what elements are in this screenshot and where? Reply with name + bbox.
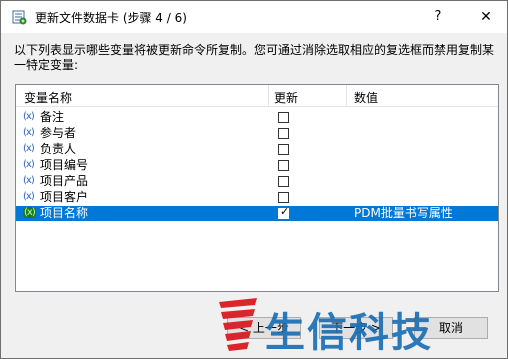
update-checkbox[interactable] xyxy=(278,144,289,155)
update-checkbox[interactable] xyxy=(278,176,289,187)
variable-icon: (x) xyxy=(23,143,35,154)
update-data-card-dialog: 更新文件数据卡 (步骤 4 / 6) ? ✕ 以下列表显示哪些变量将被更新命令所… xyxy=(0,0,508,359)
variable-name: 负责人 xyxy=(40,142,77,156)
list-item[interactable]: (x) 项目客户 xyxy=(16,190,498,205)
close-button[interactable]: ✕ xyxy=(474,5,498,29)
watermark-logo xyxy=(219,298,257,351)
variable-name: 备注 xyxy=(40,110,65,124)
list-item[interactable]: (x) 项目编号 xyxy=(16,158,498,173)
variable-icon: (x) xyxy=(23,159,35,170)
variable-list[interactable]: 变量名称 更新 数值 (x) 备注 (x) 参与者 (x) 负责人 (x) 项目… xyxy=(15,84,499,292)
variable-icon: (x) xyxy=(23,191,35,202)
update-checkbox[interactable] xyxy=(278,160,289,171)
update-checkbox[interactable] xyxy=(278,112,289,123)
column-header-variable-name[interactable]: 变量名称 xyxy=(24,89,72,106)
list-item-selected[interactable]: (x) 项目名称 ✓ PDM批量书写属性 xyxy=(16,206,498,221)
list-item[interactable]: (x) 负责人 xyxy=(16,142,498,157)
variable-icon: (x) xyxy=(23,207,36,218)
column-divider[interactable] xyxy=(268,85,269,107)
variable-icon: (x) xyxy=(23,175,35,186)
check-mark-icon: ✓ xyxy=(280,205,290,218)
column-header-value[interactable]: 数值 xyxy=(354,89,378,106)
list-item[interactable]: (x) 项目产品 xyxy=(16,174,498,189)
list-header: 变量名称 更新 数值 xyxy=(16,85,498,107)
title-bar: 更新文件数据卡 (步骤 4 / 6) ? ✕ xyxy=(1,1,507,33)
variable-value: PDM批量书写属性 xyxy=(354,206,453,220)
variable-name: 项目产品 xyxy=(40,174,89,188)
variable-name: 项目客户 xyxy=(40,190,89,204)
list-item[interactable]: (x) 备注 xyxy=(16,110,498,125)
instruction-text: 以下列表显示哪些变量将被更新命令所复制。您可通过消除选取相应的复选框而禁用复制某… xyxy=(14,43,495,72)
list-item[interactable]: (x) 参与者 xyxy=(16,126,498,141)
update-checkbox[interactable]: ✓ xyxy=(278,205,290,219)
window-title: 更新文件数据卡 (步骤 4 / 6) xyxy=(35,11,187,25)
column-divider[interactable] xyxy=(346,85,347,107)
update-checkbox[interactable] xyxy=(278,128,289,139)
variable-name: 参与者 xyxy=(40,126,77,140)
watermark-text: 生信科技 xyxy=(265,310,433,356)
column-header-update[interactable]: 更新 xyxy=(274,89,298,106)
update-checkbox[interactable] xyxy=(278,192,289,203)
watermark: 生信科技 xyxy=(215,296,455,356)
help-button[interactable]: ? xyxy=(426,6,450,28)
variable-name: 项目名称 xyxy=(40,206,89,220)
variable-name: 项目编号 xyxy=(40,158,89,172)
update-data-card-icon xyxy=(12,10,27,25)
variable-icon: (x) xyxy=(23,111,35,122)
variable-icon: (x) xyxy=(23,127,35,138)
